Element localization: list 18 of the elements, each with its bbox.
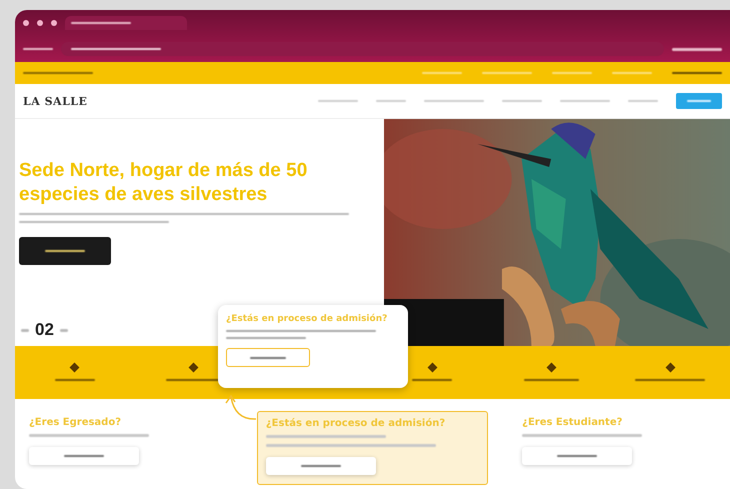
blurred-text (672, 48, 722, 50)
address-bar[interactable] (61, 42, 664, 56)
popup-button[interactable] (226, 348, 310, 367)
hero-button[interactable] (19, 237, 111, 265)
blurred-text (60, 328, 68, 332)
slide-number: 02 (35, 320, 54, 340)
card-title: ¿Eres Egresado? (29, 417, 122, 428)
popup-title: ¿Estás en proceso de admisión? (226, 313, 388, 325)
card-button[interactable] (29, 447, 139, 465)
blurred-text (21, 328, 29, 332)
card-button[interactable] (266, 457, 376, 475)
card-title: ¿Eres Estudiante? (522, 417, 624, 428)
logo[interactable]: LA SALLE (23, 94, 88, 108)
hero-title: Sede Norte, hogar de más de 50 especies de aves silvestres (19, 159, 308, 207)
card-title: ¿Estás en proceso de admisión? (266, 418, 446, 429)
card-button[interactable] (522, 447, 632, 465)
nav-button[interactable] (676, 93, 722, 109)
browser-tab[interactable] (65, 16, 187, 30)
